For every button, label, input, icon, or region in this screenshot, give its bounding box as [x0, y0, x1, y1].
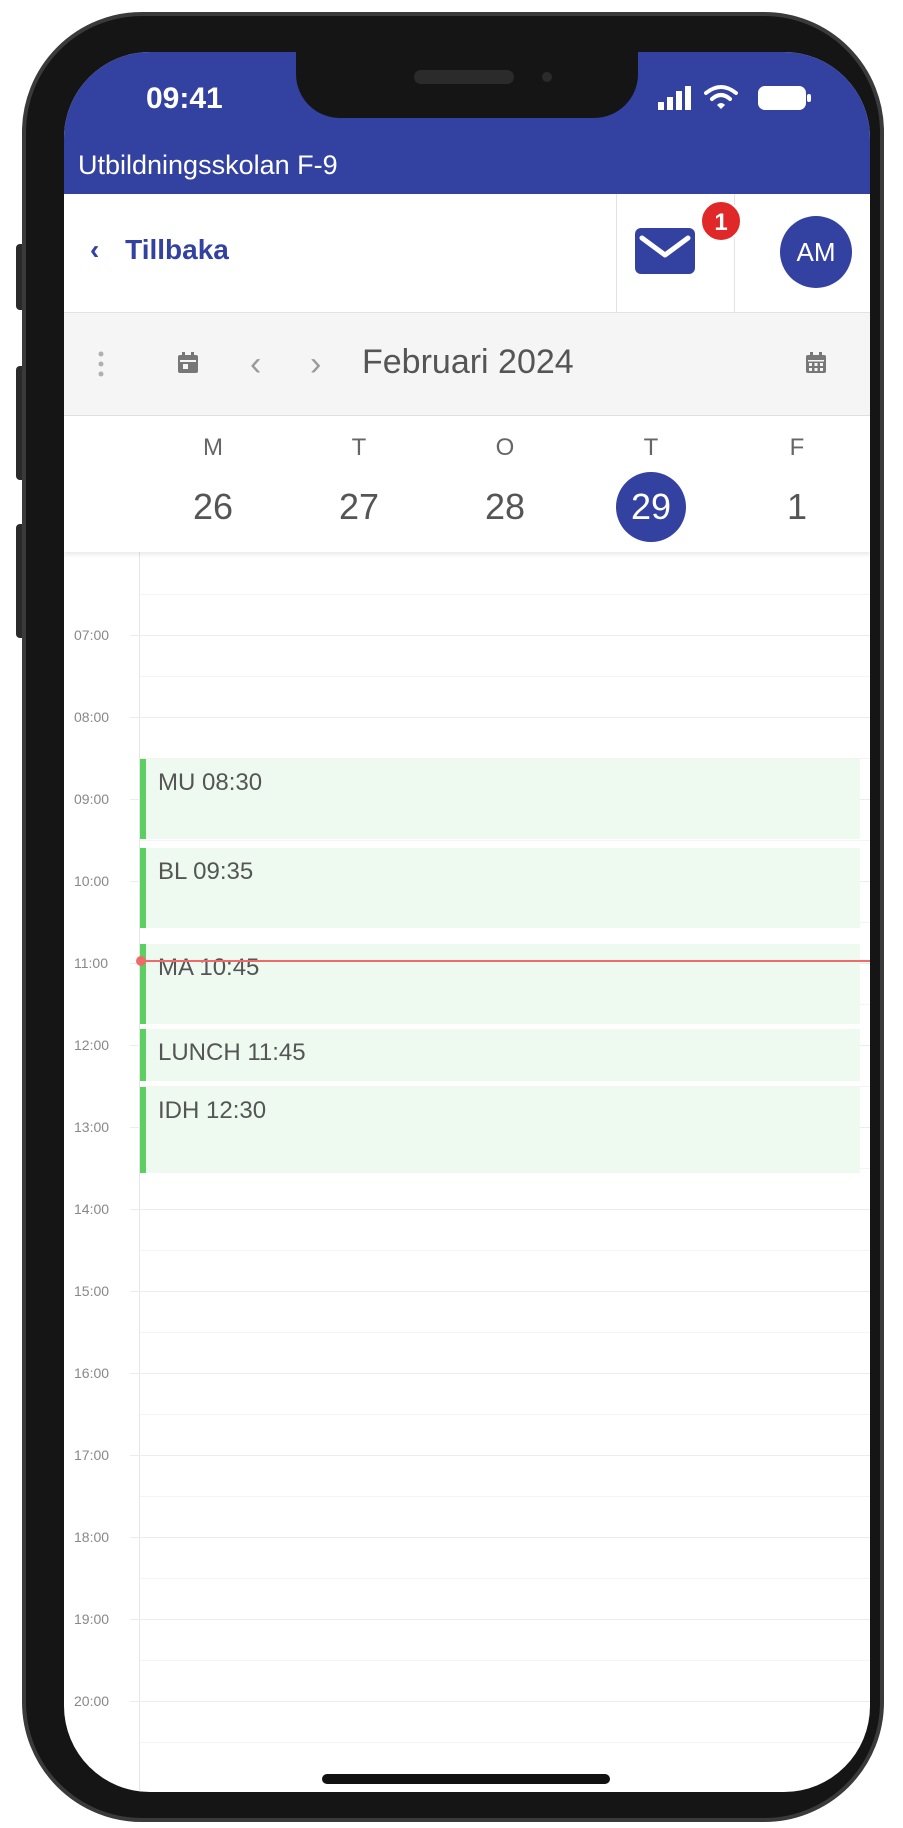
half-hour-line [140, 594, 870, 595]
half-hour-line [140, 1578, 870, 1579]
previous-week-button[interactable]: ‹ [250, 313, 261, 415]
today-day-number: 29 [616, 472, 686, 542]
half-hour-line [140, 1250, 870, 1251]
camera [542, 72, 552, 82]
day-letter: O [495, 434, 515, 461]
notification-badge: 1 [700, 200, 742, 242]
hour-line [130, 1209, 870, 1210]
day-letter: M [203, 434, 223, 461]
divider [616, 194, 617, 312]
week-day-header: M 26 T 27 O 28 T 29 F 1 [64, 416, 870, 552]
hour-line [130, 1701, 870, 1702]
day-number: 1 [786, 486, 808, 527]
half-hour-line [140, 1332, 870, 1333]
hour-label: 12:00 [74, 1037, 110, 1053]
wifi-icon [704, 85, 738, 109]
hour-line [130, 1619, 870, 1620]
day-number: 28 [484, 486, 526, 527]
status-bar: 09:41 Utbildningsskolan F-9 [64, 52, 870, 194]
home-indicator [322, 1774, 610, 1784]
hour-label: 09:00 [74, 791, 110, 807]
battery-icon [758, 86, 811, 110]
hour-label: 11:00 [74, 955, 108, 971]
half-hour-line [140, 1414, 870, 1415]
avatar[interactable]: AM [780, 216, 852, 288]
half-hour-line [140, 1660, 870, 1661]
chevron-left-icon: ‹ [90, 234, 100, 265]
hour-label: 14:00 [74, 1201, 110, 1217]
hour-line [130, 1455, 870, 1456]
top-navigation: ‹ Tillbaka 1 AM [64, 194, 870, 313]
back-label: Tillbaka [125, 234, 229, 265]
event-label: MA 10:45 [158, 954, 260, 981]
event-block[interactable]: BL 09:35 [140, 848, 860, 928]
calendar-icon[interactable] [804, 351, 828, 375]
day-number: 26 [192, 486, 234, 527]
event-label: BL 09:35 [158, 858, 254, 885]
schedule-grid[interactable]: 07:00 08:00 09:00 10:00 11:00 12:00 13:0… [64, 416, 870, 1792]
more-vertical-icon[interactable] [98, 351, 104, 377]
day-number: 27 [338, 486, 380, 527]
hour-label: 13:00 [74, 1119, 110, 1135]
event-block[interactable]: MU 08:30 [140, 759, 860, 839]
back-button[interactable]: ‹ Tillbaka [90, 234, 229, 266]
day-letter: T [643, 434, 659, 461]
day-letter: T [351, 434, 367, 461]
event-block[interactable]: MA 10:45 [140, 944, 860, 1024]
half-hour-line [140, 840, 870, 841]
notch [296, 52, 638, 118]
month-label[interactable]: Februari 2024 [362, 343, 574, 382]
hour-label: 10:00 [74, 873, 110, 889]
hour-label: 17:00 [74, 1447, 110, 1463]
calendar-toolbar: ‹ › Februari 2024 [64, 313, 870, 416]
day-letter: F [789, 434, 805, 461]
hour-label: 08:00 [74, 709, 110, 725]
status-time: 09:41 [146, 82, 223, 115]
event-label: LUNCH 11:45 [158, 1039, 306, 1066]
half-hour-line [140, 1742, 870, 1743]
phone-screen: 09:41 Utbildningsskolan F-9 ‹ Tillbaka 1… [64, 52, 870, 1792]
school-name: Utbildningsskolan F-9 [78, 150, 338, 180]
hour-line [130, 1373, 870, 1374]
event-label: IDH 12:30 [158, 1097, 267, 1124]
hour-line [130, 1537, 870, 1538]
half-hour-line [140, 676, 870, 677]
hour-label: 18:00 [74, 1529, 110, 1545]
hour-line [130, 635, 870, 636]
today-calendar-icon[interactable] [176, 351, 200, 375]
event-block[interactable]: IDH 12:30 [140, 1087, 860, 1173]
hour-line [130, 1291, 870, 1292]
event-label: MU 08:30 [158, 769, 263, 796]
event-block[interactable]: LUNCH 11:45 [140, 1029, 860, 1081]
hour-label: 16:00 [74, 1365, 110, 1381]
mail-icon[interactable] [634, 224, 696, 278]
hour-label: 07:00 [74, 627, 110, 643]
half-hour-line [140, 1496, 870, 1497]
hour-line [130, 717, 870, 718]
hour-label: 19:00 [74, 1611, 110, 1627]
hour-label: 15:00 [74, 1283, 110, 1299]
signal-icon [658, 86, 691, 110]
current-time-line [140, 960, 870, 962]
next-week-button[interactable]: › [310, 313, 321, 415]
hour-label: 20:00 [74, 1693, 110, 1709]
speaker [414, 70, 514, 84]
